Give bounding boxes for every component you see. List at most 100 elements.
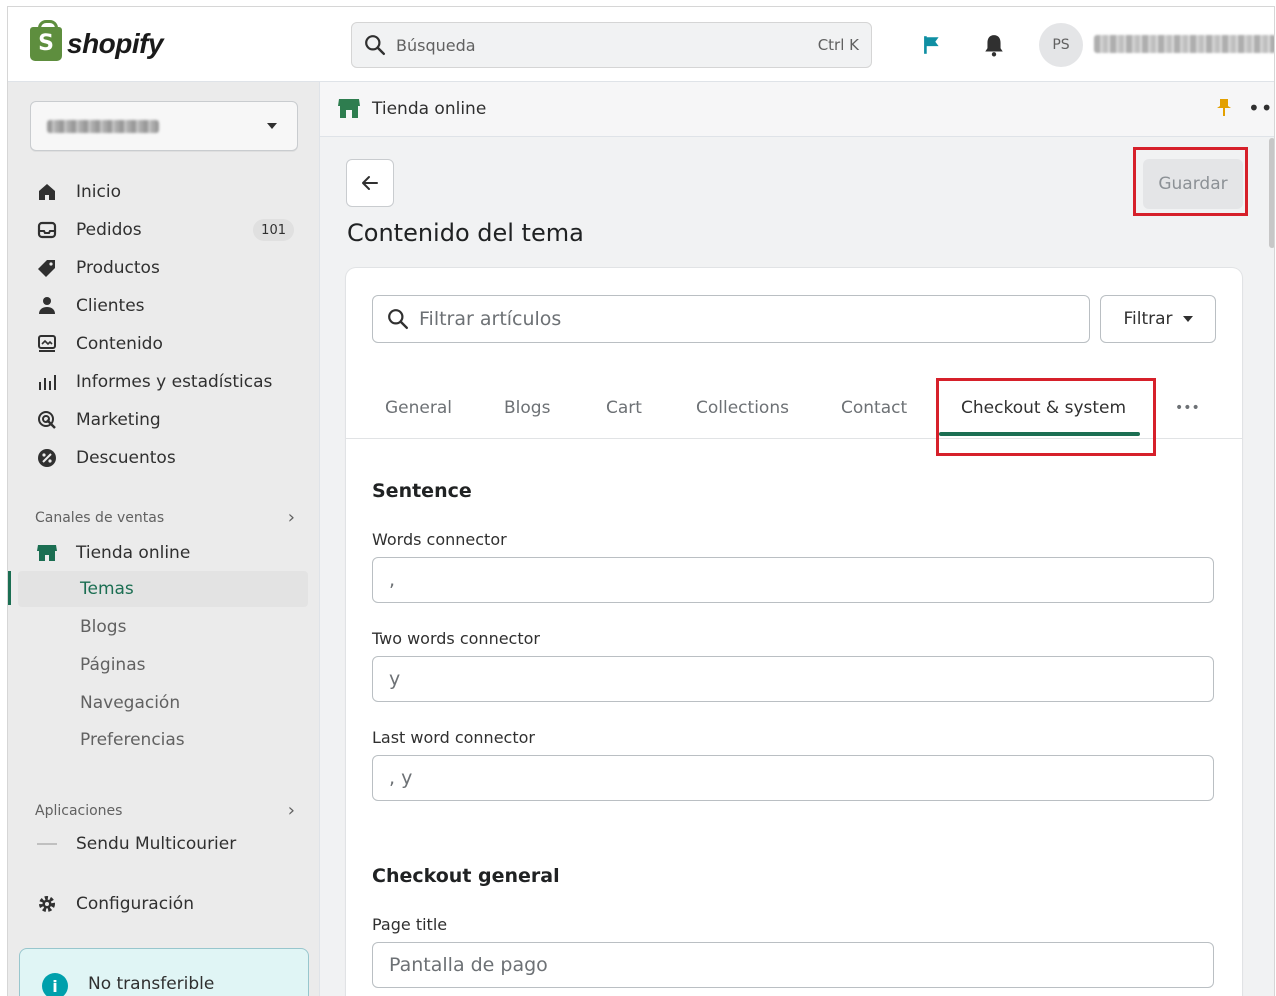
- filter-field[interactable]: [372, 295, 1090, 343]
- sidebar-item-informes[interactable]: Informes y estadísticas: [18, 364, 308, 400]
- top-bar: S shopify Ctrl K PS: [8, 7, 1274, 82]
- tab-blogs[interactable]: Blogs: [504, 376, 550, 439]
- arrow-left-icon: [362, 176, 378, 190]
- sidebar-item-label: Tienda online: [76, 543, 191, 563]
- chevron-right-icon: ›: [287, 800, 295, 821]
- info-icon: i: [42, 973, 68, 996]
- filter-input[interactable]: [419, 308, 1075, 330]
- store-name-redacted: [47, 120, 159, 133]
- more-actions-icon[interactable]: •••: [1248, 96, 1274, 120]
- search-shortcut: Ctrl K: [817, 36, 859, 54]
- field-label: Last word connector: [372, 728, 535, 747]
- sidebar-item-clientes[interactable]: Clientes: [18, 288, 308, 324]
- app-title: Tienda online: [372, 99, 487, 119]
- sidebar-item-label: Clientes: [76, 296, 145, 316]
- discount-icon: [36, 447, 58, 469]
- page-title: Contenido del tema: [347, 219, 584, 247]
- highlight-tab: [936, 378, 1156, 456]
- account-name-redacted[interactable]: [1094, 35, 1274, 53]
- sidebar-item-navegacion[interactable]: Navegación: [18, 685, 308, 721]
- sales-channels-label: Canales de ventas: [35, 509, 165, 526]
- app-logo-icon: [36, 833, 58, 855]
- field-label: Page title: [372, 915, 448, 934]
- store-selector[interactable]: [30, 101, 298, 151]
- avatar[interactable]: PS: [1039, 23, 1083, 67]
- page-title-input[interactable]: [372, 942, 1214, 988]
- sidebar-item-label: Informes y estadísticas: [76, 372, 273, 392]
- sidebar-item-label: Páginas: [80, 655, 146, 675]
- sidebar-item-label: Blogs: [80, 617, 127, 637]
- tab-contact[interactable]: Contact: [841, 376, 907, 439]
- store-icon: [338, 97, 360, 123]
- tab-general[interactable]: General: [385, 376, 452, 439]
- gear-icon: [36, 893, 58, 915]
- orders-icon: [36, 219, 58, 241]
- logo-mark: S: [38, 31, 54, 56]
- sidebar-item-sendu[interactable]: Sendu Multicourier: [18, 826, 308, 862]
- bar-chart-icon: [36, 371, 58, 393]
- info-banner[interactable]: i No transferible: [19, 948, 309, 996]
- sidebar-item-marketing[interactable]: Marketing: [18, 402, 308, 438]
- tab-cart[interactable]: Cart: [606, 376, 642, 439]
- pin-icon[interactable]: [1216, 98, 1232, 122]
- apps-section[interactable]: Aplicaciones ›: [35, 800, 295, 821]
- home-icon: [36, 181, 58, 203]
- target-icon: [36, 409, 58, 431]
- search-icon: [388, 309, 409, 330]
- apps-label: Aplicaciones: [35, 802, 123, 819]
- bell-icon[interactable]: [980, 31, 1008, 59]
- section-title: Sentence: [372, 480, 472, 502]
- sidebar-item-label: Productos: [76, 258, 160, 278]
- sidebar-item-label: Temas: [80, 579, 134, 599]
- banner-text: No transferible: [88, 974, 215, 994]
- sidebar-item-descuentos[interactable]: Descuentos: [18, 440, 308, 476]
- sidebar-item-label: Configuración: [76, 894, 194, 914]
- shopify-bag-icon: S: [30, 20, 62, 61]
- tabs-more-icon[interactable]: •••: [1175, 376, 1200, 439]
- words-connector-input[interactable]: [372, 557, 1214, 603]
- sidebar-item-temas[interactable]: Temas: [18, 571, 308, 607]
- tag-icon: [36, 257, 58, 279]
- highlight-save: [1133, 147, 1248, 216]
- sidebar-item-pedidos[interactable]: Pedidos 101: [18, 212, 308, 248]
- sidebar-item-label: Contenido: [76, 334, 163, 354]
- section-title: Checkout general: [372, 865, 560, 887]
- filter-button-label: Filtrar: [1123, 309, 1173, 329]
- sidebar-item-productos[interactable]: Productos: [18, 250, 308, 286]
- shopify-logo[interactable]: S shopify: [30, 20, 164, 61]
- last-word-connector-input[interactable]: [372, 755, 1214, 801]
- chevron-right-icon: ›: [287, 507, 295, 528]
- sidebar-item-label: Preferencias: [80, 730, 185, 750]
- sidebar-item-label: Navegación: [80, 693, 181, 713]
- field-label: Two words connector: [372, 629, 540, 648]
- app-header: Tienda online •••: [320, 82, 1274, 137]
- sidebar-item-contenido[interactable]: Contenido: [18, 326, 308, 362]
- store-icon: [36, 542, 58, 564]
- two-words-connector-input[interactable]: [372, 656, 1214, 702]
- sidebar-item-blogs[interactable]: Blogs: [18, 609, 308, 645]
- active-indicator: [8, 571, 11, 605]
- tab-collections[interactable]: Collections: [696, 376, 789, 439]
- search-bar[interactable]: Ctrl K: [351, 22, 872, 68]
- sidebar-item-label: Inicio: [76, 182, 121, 202]
- scrollbar[interactable]: [1269, 138, 1274, 248]
- search-icon: [365, 35, 386, 56]
- sidebar-item-label: Sendu Multicourier: [76, 834, 237, 854]
- field-label: Words connector: [372, 530, 507, 549]
- back-button[interactable]: [346, 159, 394, 207]
- theme-content-card: Filtrar General Blogs Cart Collections C…: [346, 268, 1242, 996]
- app-window: S shopify Ctrl K PS Inicio Pedidos: [7, 6, 1275, 996]
- filter-button[interactable]: Filtrar: [1100, 295, 1216, 343]
- sidebar-item-configuracion[interactable]: Configuración: [18, 886, 308, 922]
- sales-channels-section[interactable]: Canales de ventas ›: [35, 507, 295, 528]
- content-icon: [36, 333, 58, 355]
- sidebar-item-tienda-online[interactable]: Tienda online: [18, 535, 308, 571]
- sidebar-item-label: Marketing: [76, 410, 161, 430]
- sidebar-item-inicio[interactable]: Inicio: [18, 174, 308, 210]
- chevron-down-icon: [267, 123, 277, 129]
- sidebar-item-paginas[interactable]: Páginas: [18, 647, 308, 683]
- search-input[interactable]: [396, 35, 818, 55]
- sidebar-item-label: Descuentos: [76, 448, 176, 468]
- sidebar-item-preferencias[interactable]: Preferencias: [18, 722, 308, 758]
- flag-icon[interactable]: [918, 31, 946, 59]
